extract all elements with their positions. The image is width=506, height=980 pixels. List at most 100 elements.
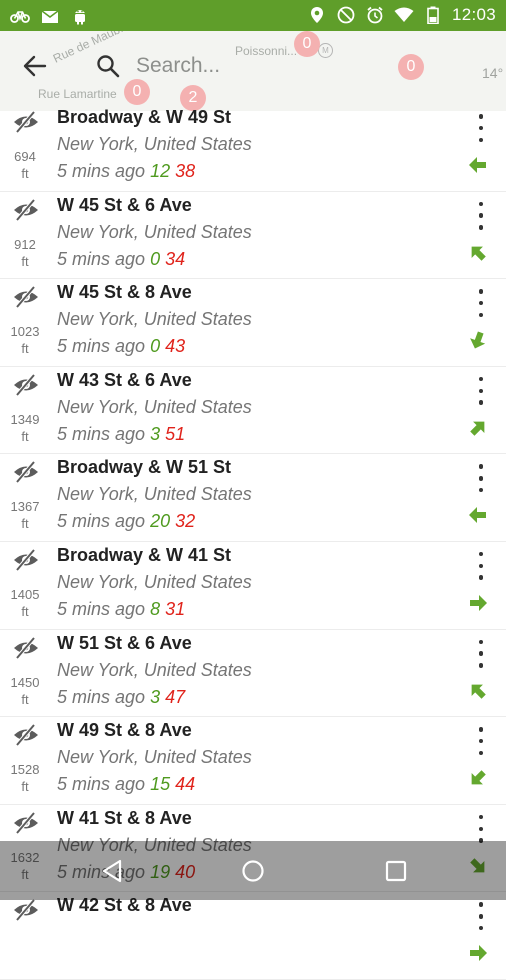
station-meta: 5 mins ago 0 43 — [57, 336, 185, 357]
search-icon[interactable] — [94, 52, 122, 80]
station-row[interactable]: 912 ft W 45 St & 6 Ave New York, United … — [0, 192, 506, 280]
menu-dot — [478, 464, 484, 469]
distance-value: 1528 — [10, 762, 40, 778]
station-row[interactable]: 1405 ft Broadway & W 41 St New York, Uni… — [0, 542, 506, 630]
menu-dot — [478, 388, 484, 394]
distance-label: 694 ft — [4, 148, 46, 182]
more-options-button[interactable] — [470, 289, 492, 318]
station-name: W 51 St & 6 Ave — [57, 632, 192, 653]
more-options-button[interactable] — [470, 114, 492, 142]
bikes-count: 0 — [150, 336, 161, 357]
map-temperature: 14° — [482, 65, 504, 81]
alarm-icon — [365, 5, 385, 25]
station-name: W 43 St & 6 Ave — [57, 369, 192, 390]
distance-value: 1367 — [10, 499, 40, 515]
back-button[interactable] — [18, 51, 52, 81]
hidden-eye-icon[interactable] — [12, 811, 40, 835]
back-arrow-icon — [23, 55, 47, 77]
menu-dot — [478, 925, 484, 931]
docks-count: 44 — [175, 774, 196, 795]
more-options-button[interactable] — [470, 902, 492, 931]
distance-unit: ft — [21, 341, 29, 357]
search-bar — [0, 31, 470, 101]
update-time: 5 mins ago — [57, 598, 146, 619]
menu-dot — [478, 289, 484, 294]
distance-value: 1023 — [10, 324, 40, 340]
more-options-button[interactable] — [470, 201, 492, 230]
hidden-eye-icon[interactable] — [12, 110, 40, 134]
update-time: 5 mins ago — [57, 336, 146, 357]
distance-value: 1349 — [10, 411, 40, 427]
docks-count: 47 — [165, 686, 186, 707]
more-options-button[interactable] — [470, 727, 492, 756]
distance-unit: ft — [21, 603, 29, 619]
docks-count: 51 — [165, 423, 186, 444]
hidden-eye-icon[interactable] — [12, 373, 40, 397]
hidden-eye-icon[interactable] — [12, 723, 40, 747]
direction-arrow-icon — [467, 329, 489, 351]
menu-dot — [478, 639, 484, 645]
search-input[interactable] — [136, 49, 436, 83]
station-row[interactable]: W 42 St & 8 Ave — [0, 892, 506, 980]
nav-back-icon — [102, 859, 122, 883]
distance-value: 694 — [14, 149, 36, 164]
nav-recents-button[interactable] — [380, 855, 412, 887]
direction-arrow-icon — [467, 592, 489, 614]
menu-dot — [478, 476, 484, 481]
station-meta: 5 mins ago 15 44 — [57, 774, 195, 795]
do-not-disturb-icon — [336, 5, 356, 25]
bike-icon — [10, 6, 30, 26]
menu-dot — [478, 225, 484, 230]
more-options-button[interactable] — [470, 464, 492, 493]
station-city: New York, United States — [57, 659, 252, 680]
station-row[interactable]: 1367 ft Broadway & W 51 St New York, Uni… — [0, 454, 506, 542]
docks-count: 31 — [165, 598, 186, 619]
docks-count: 38 — [175, 161, 196, 181]
menu-dot — [478, 400, 484, 405]
update-time: 5 mins ago — [57, 423, 146, 444]
nav-home-icon — [242, 860, 264, 882]
hidden-eye-icon[interactable] — [12, 898, 40, 922]
station-row[interactable]: 694 ft Broadway & W 49 St New York, Unit… — [0, 104, 506, 192]
nav-home-button[interactable] — [237, 855, 269, 887]
station-name: Broadway & W 51 St — [57, 457, 232, 478]
navigation-bar — [0, 841, 506, 900]
bikes-count: 20 — [150, 511, 171, 532]
station-city: New York, United States — [57, 221, 252, 242]
wifi-icon — [394, 5, 414, 25]
docks-count: 34 — [165, 248, 186, 269]
distance-label: 1367 ft — [4, 498, 46, 532]
menu-dot — [478, 213, 484, 218]
docks-count: 43 — [165, 336, 186, 357]
direction-arrow-icon — [467, 680, 489, 702]
direction-arrow-icon — [467, 767, 489, 789]
hidden-eye-icon[interactable] — [12, 285, 40, 309]
hidden-eye-icon[interactable] — [12, 460, 40, 484]
station-meta: 5 mins ago 8 31 — [57, 599, 185, 620]
hidden-eye-icon[interactable] — [12, 548, 40, 572]
more-options-button[interactable] — [470, 814, 492, 843]
menu-dot — [478, 750, 484, 756]
menu-dot — [478, 312, 484, 318]
nav-back-button[interactable] — [96, 855, 128, 887]
direction-arrow-icon — [467, 154, 489, 176]
direction-arrow-icon — [467, 242, 489, 264]
distance-value: 912 — [14, 236, 36, 252]
hidden-eye-icon[interactable] — [12, 636, 40, 660]
distance-unit: ft — [21, 253, 29, 269]
station-row[interactable]: 1528 ft W 49 St & 8 Ave New York, United… — [0, 717, 506, 805]
station-meta: 5 mins ago 3 51 — [57, 424, 185, 445]
nav-recents-icon — [385, 860, 407, 882]
distance-label: 1450 ft — [4, 674, 46, 708]
more-options-button[interactable] — [470, 376, 492, 405]
more-options-button[interactable] — [470, 639, 492, 668]
distance-label: 1023 ft — [4, 323, 46, 357]
distance-unit: ft — [21, 428, 29, 444]
station-row[interactable]: 1023 ft W 45 St & 8 Ave New York, United… — [0, 279, 506, 367]
station-row[interactable]: 1450 ft W 51 St & 6 Ave New York, United… — [0, 630, 506, 718]
station-row[interactable]: 1349 ft W 43 St & 6 Ave New York, United… — [0, 367, 506, 455]
hidden-eye-icon[interactable] — [12, 198, 40, 222]
menu-dot — [478, 663, 484, 668]
update-time: 5 mins ago — [57, 686, 146, 707]
more-options-button[interactable] — [470, 551, 492, 580]
